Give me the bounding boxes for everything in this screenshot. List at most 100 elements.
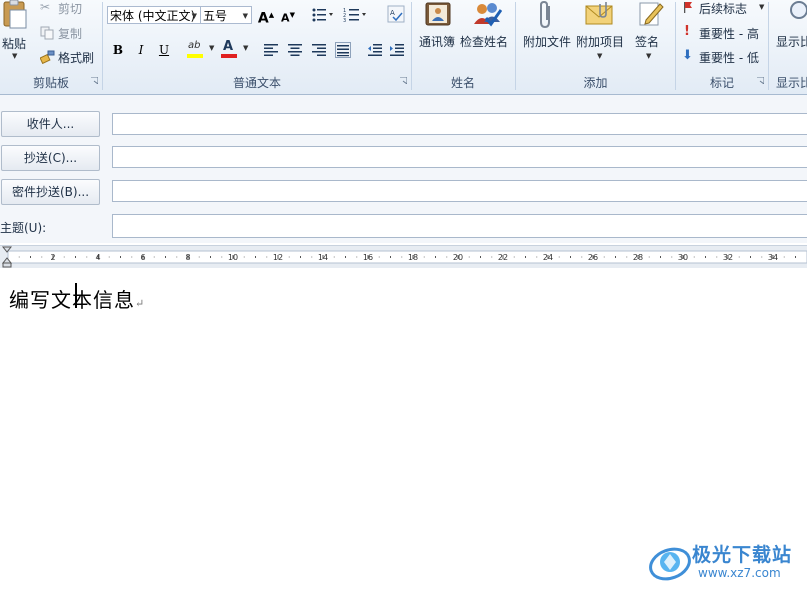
shrink-font-icon: A	[281, 11, 290, 25]
ruler-label: 28	[633, 253, 643, 262]
font-size-combo[interactable]: 五号 ▼	[200, 6, 252, 24]
format-painter-icon	[40, 50, 55, 64]
ruler-label: 34	[768, 253, 778, 262]
chevron-down-icon: ▼	[646, 52, 652, 60]
exclamation-icon: !	[684, 24, 690, 39]
ruler-label: 6	[140, 253, 145, 262]
font-color-button[interactable]: A ▼	[221, 39, 251, 60]
chevron-down-icon: ▼	[242, 12, 248, 20]
ruler-label: 4	[95, 253, 100, 262]
signature-label: 签名	[635, 35, 660, 49]
copy-icon	[40, 26, 54, 40]
tags-group: 后续标志 ▼ ! 重要性 - 高 ⬇ 重要性 - 低 标记	[676, 0, 768, 94]
attach-item-icon	[585, 2, 613, 25]
shrink-font-button[interactable]: A▼	[279, 6, 297, 25]
ruler-label: 24	[543, 253, 553, 262]
ruler-label: 10	[228, 253, 238, 262]
scissors-icon: ✂	[40, 0, 51, 14]
italic-icon: I	[138, 43, 144, 57]
ruler-label: 12	[273, 253, 283, 262]
magnifier-icon	[790, 1, 807, 19]
bold-icon: B	[112, 43, 124, 57]
paragraph-mark: ↵	[135, 297, 146, 310]
message-body-text[interactable]: 编写文本信息↵	[9, 284, 145, 313]
grow-font-button[interactable]: A▲	[257, 6, 275, 27]
chevron-down-icon: ▼	[759, 3, 765, 11]
grow-font-icon: A	[257, 10, 269, 27]
ruler-label: 22	[498, 253, 508, 262]
increase-indent-icon[interactable]	[389, 43, 405, 57]
cc-field[interactable]	[112, 146, 807, 168]
to-button[interactable]: 收件人...	[1, 111, 100, 137]
ruler-label: 16	[363, 253, 373, 262]
chevron-down-icon: ▼	[191, 12, 197, 20]
text-cursor	[75, 283, 77, 308]
align-right-icon[interactable]	[311, 43, 327, 57]
zoom-group-title: 显示比	[776, 76, 807, 90]
subject-field[interactable]	[112, 214, 807, 238]
tags-launcher-icon[interactable]	[757, 77, 764, 84]
paste-label: 粘贴	[2, 37, 27, 51]
ruler-label: 8	[185, 253, 190, 262]
attach-item-button[interactable]: 附加项目 ▼	[576, 0, 632, 70]
italic-button[interactable]: I	[132, 41, 150, 59]
attach-item-label: 附加项目	[576, 35, 625, 49]
align-left-icon[interactable]	[263, 43, 279, 57]
zoom-group: 显示比 显示比	[769, 0, 807, 94]
check-names-button[interactable]: 检查姓名	[460, 0, 514, 70]
to-field[interactable]	[112, 113, 807, 135]
basic-text-launcher-icon[interactable]	[400, 77, 407, 84]
clipboard-group: 粘贴 ▼ ✂ 剪切 复制 格式刷 剪贴板	[0, 0, 102, 94]
cc-button[interactable]: 抄送(C)...	[1, 145, 100, 171]
highlight-button[interactable]: ab ▼	[187, 40, 217, 60]
bcc-field[interactable]	[112, 180, 807, 202]
zoom-button[interactable]: 显示比	[769, 0, 807, 70]
underline-button[interactable]: U	[155, 41, 173, 59]
names-group: 通讯簿 检查姓名 姓名	[412, 0, 514, 94]
bullets-icon[interactable]	[311, 7, 335, 23]
clipboard-launcher-icon[interactable]	[91, 77, 98, 84]
paperclip-icon	[540, 0, 550, 29]
paste-dropdown-icon: ▼	[12, 52, 18, 60]
chevron-down-icon: ▼	[243, 44, 249, 52]
check-names-icon	[474, 3, 502, 27]
message-header: 收件人... 抄送(C)... 密件抄送(B)... 主题(U):	[0, 95, 807, 243]
font-color-bar	[221, 54, 237, 58]
attach-file-button[interactable]: 附加文件	[520, 0, 576, 70]
basic-text-group: 宋体 (中文正文) ▼ 五号 ▼ A▲ A▼ 1 2 3 A B I U ab …	[103, 0, 411, 94]
chevron-down-icon: ▼	[597, 52, 603, 60]
address-book-button[interactable]: 通讯簿	[416, 0, 460, 70]
paste-button[interactable]: 粘贴 ▼	[0, 0, 34, 70]
high-importance-label: 重要性 - 高	[699, 27, 759, 41]
address-book-label: 通讯簿	[419, 35, 456, 49]
flag-icon	[684, 2, 692, 13]
bcc-button[interactable]: 密件抄送(B)...	[1, 179, 100, 205]
bold-button[interactable]: B	[109, 41, 127, 59]
format-painter-label: 格式刷	[58, 51, 95, 65]
svg-text:A: A	[390, 9, 395, 17]
zoom-label: 显示比	[776, 35, 807, 49]
watermark: 极光下载站 www.xz7.com	[648, 538, 804, 586]
ruler-label: 26	[588, 253, 598, 262]
ruler-label: 20	[453, 253, 463, 262]
names-group-title: 姓名	[450, 76, 475, 90]
attach-file-label: 附加文件	[523, 35, 572, 49]
font-size-value: 五号	[203, 9, 228, 23]
basic-text-group-title: 普通文本	[232, 76, 281, 90]
copy-label: 复制	[58, 27, 83, 41]
include-group: 附加文件 附加项目 ▼ 签名 ▼ 添加	[516, 0, 675, 94]
font-name-combo[interactable]: 宋体 (中文正文) ▼	[107, 6, 201, 24]
highlight-icon: ab	[188, 40, 201, 51]
cut-label: 剪切	[58, 2, 83, 16]
styles-icon[interactable]: A	[387, 5, 405, 23]
decrease-indent-icon[interactable]	[367, 43, 383, 57]
watermark-brand: 极光下载站	[692, 544, 793, 566]
justify-icon[interactable]	[335, 42, 351, 58]
signature-button[interactable]: 签名 ▼	[632, 0, 672, 70]
clipboard-group-title: 剪贴板	[32, 76, 69, 90]
include-group-title: 添加	[583, 76, 608, 90]
numbering-icon[interactable]: 1 2 3	[343, 7, 369, 23]
chevron-down-icon: ▼	[209, 44, 215, 52]
align-center-icon[interactable]	[287, 43, 303, 57]
font-color-icon: A	[223, 39, 234, 54]
